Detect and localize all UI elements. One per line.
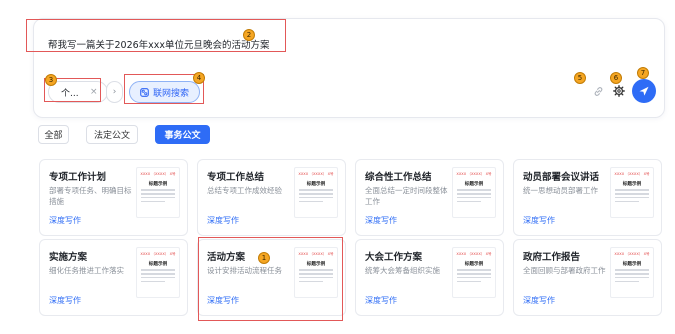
thumbnail-text-line [615,196,649,199]
thumbnail-text-line [615,189,649,191]
card-title: 大会工作方案 [365,252,423,263]
link-icon[interactable] [589,82,607,100]
card-description: 全面回顾与部署政府工作 [523,266,606,275]
thumbnail-text-line [299,189,333,191]
card-thumbnail: XXXX （XXXX） X号 标题示例 [136,167,180,218]
thumbnail-text-line [615,200,639,203]
thumbnail-text-line [141,280,165,283]
thumbnail-text-line [457,280,481,283]
template-card[interactable]: 专项工作总结总结专项工作成效经验 深度写作 XXXX （XXXX） X号 标题示例 [197,159,346,236]
thumbnail-text-line [299,193,333,195]
card-title: 专项工作总结 [207,172,265,183]
thumbnail-doc-number: XXXX （XXXX） X号 [614,251,650,256]
marker-7: 7 [637,67,649,79]
thumbnail-title: 标题示例 [464,182,484,187]
thumbnail-text-line [615,193,649,195]
thumbnail-text-line [141,193,175,195]
card-description: 全面总结一定时间段整体工作 [365,186,448,206]
card-description: 统一思想动员部署工作 [523,186,598,195]
send-icon [639,86,649,96]
thumbnail-text-line [141,276,175,279]
tab-affairs-documents[interactable]: 事务公文 [155,125,210,144]
highlight-web-search [124,74,204,104]
thumbnail-text-line [141,196,175,199]
card-title: 专项工作计划 [49,172,107,183]
thumbnail-title: 标题示例 [148,182,168,187]
template-card[interactable]: 综合性工作总结全面总结一定时间段整体工作深度写作 XXXX （XXXX） X号 标题… [355,159,504,236]
card-thumbnail: XXXX （XXXX） X号 标题示例 [136,247,180,298]
card-description: 细化任务推进工作落实 [49,266,124,275]
template-card[interactable]: 大会工作方案统筹大会筹备组织实施 深度写作 XXXX （XXXX） X号 标题示例 [355,239,504,316]
thumbnail-text-line [457,276,491,279]
thumbnail-text-line [457,200,481,203]
marker-2: 2 [243,29,255,41]
deep-writing-link[interactable]: 深度写作 [365,215,397,226]
card-title: 实施方案 [49,252,88,263]
card-title: 政府工作报告 [523,252,581,263]
thumbnail-doc-number: XXXX （XXXX） X号 [456,171,492,176]
thumbnail-text-line [615,280,639,283]
deep-writing-link[interactable]: 深度写作 [49,295,81,306]
thumbnail-title: 标题示例 [464,262,484,267]
tab-statutory-documents[interactable]: 法定公文 [86,125,138,144]
card-description: 总结专项工作成效经验 [207,186,282,195]
card-thumbnail: XXXX （XXXX） X号 标题示例 [610,247,654,298]
card-title: 综合性工作总结 [365,172,432,183]
card-thumbnail: XXXX （XXXX） X号 标题示例 [610,167,654,218]
template-card[interactable]: 专项工作计划部署专项任务、明确目标措施深度写作 XXXX （XXXX） X号 标题示… [39,159,188,236]
template-card[interactable]: 政府工作报告全面回顾与部署政府工作 深度写作 XXXX （XXXX） X号 标题示例 [513,239,662,316]
thumbnail-text-line [457,196,491,199]
card-thumbnail: XXXX （XXXX） X号 标题示例 [452,247,496,298]
marker-4: 4 [193,72,205,84]
thumbnail-title: 标题示例 [622,262,642,267]
gear-icon[interactable] [610,82,628,100]
thumbnail-text-line [141,269,175,271]
marker-1: 1 [258,252,270,264]
marker-6: 6 [610,72,622,84]
thumbnail-text-line [299,200,323,203]
thumbnail-text-line [299,196,333,199]
highlight-activity-plan-card [198,237,343,321]
thumbnail-doc-number: XXXX （XXXX） X号 [614,171,650,176]
thumbnail-doc-number: XXXX （XXXX） X号 [298,171,334,176]
thumbnail-text-line [457,273,491,275]
deep-writing-link[interactable]: 深度写作 [523,295,555,306]
thumbnail-text-line [615,269,649,271]
card-thumbnail: XXXX （XXXX） X号 标题示例 [294,167,338,218]
thumbnail-text-line [615,276,649,279]
thumbnail-title: 标题示例 [306,182,326,187]
thumbnail-text-line [615,273,649,275]
thumbnail-text-line [141,200,165,203]
thumbnail-doc-number: XXXX （XXXX） X号 [456,251,492,256]
card-thumbnail: XXXX （XXXX） X号 标题示例 [452,167,496,218]
send-button[interactable] [632,79,656,103]
thumbnail-title: 标题示例 [148,262,168,267]
thumbnail-text-line [457,269,491,271]
thumbnail-text-line [457,189,491,191]
deep-writing-link[interactable]: 深度写作 [207,215,239,226]
thumbnail-doc-number: XXXX （XXXX） X号 [140,171,176,176]
marker-3: 3 [45,74,57,86]
marker-5: 5 [574,72,586,84]
card-description: 部署专项任务、明确目标措施 [49,186,132,206]
deep-writing-link[interactable]: 深度写作 [365,295,397,306]
thumbnail-doc-number: XXXX （XXXX） X号 [140,251,176,256]
card-title: 动员部署会议讲话 [523,172,600,183]
thumbnail-title: 标题示例 [622,182,642,187]
template-card[interactable]: 实施方案细化任务推进工作落实 深度写作 XXXX （XXXX） X号 标题示例 [39,239,188,316]
tab-all[interactable]: 全部 [38,125,69,144]
template-card[interactable]: 动员部署会议讲话 统一思想动员部署工作 深度写作 XXXX （XXXX） X号 标题示例 [513,159,662,236]
thumbnail-text-line [457,193,491,195]
deep-writing-link[interactable]: 深度写作 [523,215,555,226]
thumbnail-text-line [141,273,175,275]
chip-scroll-next-button[interactable]: › [106,81,123,103]
deep-writing-link[interactable]: 深度写作 [49,215,81,226]
card-description: 统筹大会筹备组织实施 [365,266,440,275]
thumbnail-text-line [141,189,175,191]
